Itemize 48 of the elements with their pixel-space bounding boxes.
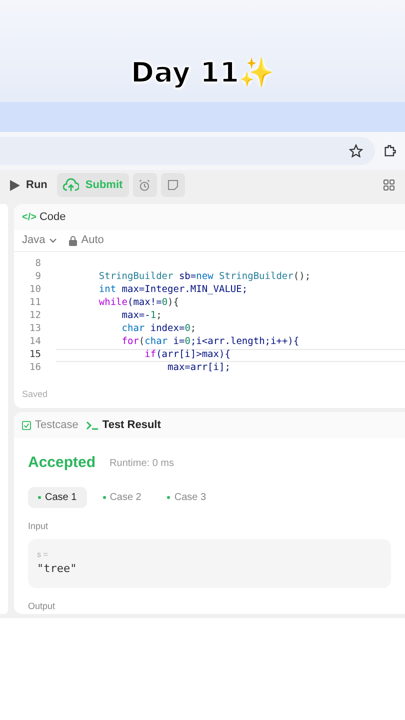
code-line: StringBuilder sb=new StringBuilder(); <box>98 270 311 284</box>
line-number: 15 <box>28 348 42 362</box>
panel-tab[interactable]: Test Result <box>86 416 161 434</box>
cloud-upload-icon <box>63 178 80 192</box>
case-tab[interactable]: Case 1 <box>28 486 87 508</box>
code-line: max=-1; <box>120 309 162 324</box>
star-icon[interactable] <box>349 144 363 158</box>
panel-title: Code <box>39 210 66 225</box>
case-tab[interactable]: Case 2 <box>92 486 152 508</box>
video-caption: Day 11✨ <box>130 55 274 91</box>
code-icon: </> <box>22 210 36 224</box>
runtime: Runtime: 0 ms <box>110 456 174 471</box>
code-line: char index=0; <box>120 322 196 336</box>
alarm-clock-icon <box>138 178 152 192</box>
alarm-clock-button[interactable] <box>132 173 157 197</box>
line-number: 12 <box>28 309 42 324</box>
lock-icon <box>69 236 78 246</box>
panel-tab[interactable]: Testcase <box>22 416 78 434</box>
line-number: 8 <box>34 257 42 272</box>
format-mode[interactable]: Auto <box>81 232 104 249</box>
code-line: while(max!=0){ <box>98 296 179 310</box>
layout-icon[interactable] <box>383 179 395 191</box>
note-button[interactable] <box>160 173 185 197</box>
variable-value: "tree" <box>37 561 78 578</box>
run-button[interactable]: Run <box>4 173 54 197</box>
code-line: int max=Integer.MIN_VALUE; <box>98 283 248 298</box>
note-icon <box>166 179 179 191</box>
line-number: 14 <box>28 335 42 350</box>
output-label: Output <box>28 600 56 613</box>
line-number: 11 <box>28 296 42 310</box>
checkbox-icon <box>22 420 31 430</box>
line-number: 10 <box>28 283 42 298</box>
line-number: 9 <box>34 270 42 284</box>
save-status: Saved <box>22 388 48 402</box>
input-label: Input <box>28 520 50 533</box>
verdict: Accepted <box>28 453 96 473</box>
language-select[interactable]: Java <box>22 232 58 249</box>
code-line: max=arr[i]; <box>166 361 230 376</box>
chevron-down-icon <box>49 238 58 244</box>
variable-name: s = <box>37 549 49 562</box>
line-number: 13 <box>28 322 42 336</box>
puzzle-icon[interactable] <box>383 144 397 158</box>
case-tab[interactable]: Case 3 <box>157 486 216 508</box>
terminal-icon <box>86 420 98 430</box>
line-number: 16 <box>28 361 42 376</box>
code-line: if(arr[i]>max){ <box>144 348 230 362</box>
code-line: for(char i=0;i<arr.length;i++){ <box>120 335 300 350</box>
play-icon <box>10 180 20 190</box>
